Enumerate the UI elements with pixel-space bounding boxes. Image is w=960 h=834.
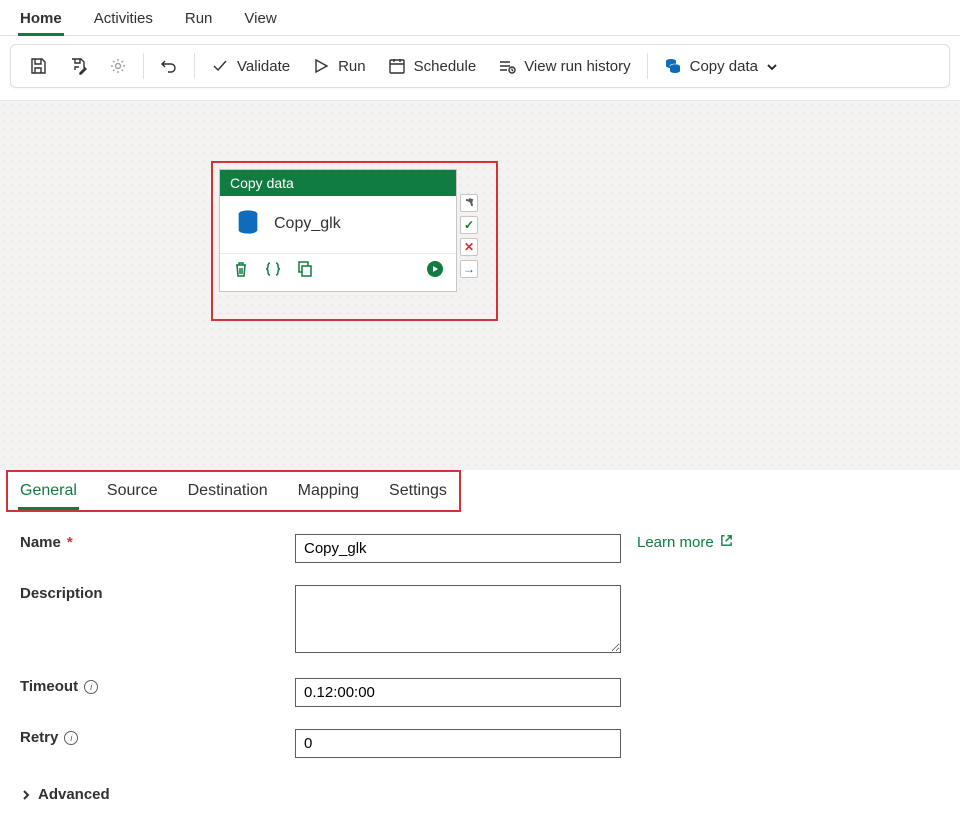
chevron-right-icon <box>20 789 32 801</box>
tab-activities[interactable]: Activities <box>92 6 155 35</box>
activity-type-header: Copy data <box>220 170 456 196</box>
history-icon <box>498 57 516 75</box>
database-icon <box>234 208 262 239</box>
activity-actions-bar <box>220 253 456 291</box>
tab-view[interactable]: View <box>242 6 278 35</box>
validate-label: Validate <box>237 58 290 75</box>
name-input[interactable] <box>295 534 621 563</box>
tab-source[interactable]: Source <box>105 478 160 508</box>
pipeline-canvas[interactable]: Copy data Copy_glk ✓ ✕ → <box>0 100 960 470</box>
tab-general[interactable]: General <box>18 478 79 508</box>
properties-panel: General Source Destination Mapping Setti… <box>0 470 960 809</box>
code-braces-icon[interactable] <box>264 260 282 281</box>
timeout-input[interactable] <box>295 678 621 707</box>
tab-settings[interactable]: Settings <box>387 478 449 508</box>
info-icon[interactable]: i <box>84 680 98 694</box>
settings-button[interactable] <box>99 51 137 81</box>
output-ports: ✓ ✕ → <box>460 194 478 278</box>
history-button[interactable]: View run history <box>488 51 640 81</box>
database-icon <box>664 57 682 75</box>
port-success[interactable]: ✓ <box>460 216 478 234</box>
separator <box>647 53 648 79</box>
general-form: Name * Learn more Description Timeout i … <box>0 512 960 758</box>
tab-mapping[interactable]: Mapping <box>296 478 361 508</box>
timeout-label: Timeout i <box>20 678 295 695</box>
run-activity-icon[interactable] <box>426 260 444 281</box>
activity-name: Copy_glk <box>274 215 341 233</box>
separator <box>194 53 195 79</box>
validate-button[interactable]: Validate <box>201 51 300 81</box>
undo-icon <box>160 57 178 75</box>
toolbar: Validate Run Schedule View run history C… <box>10 44 950 88</box>
port-skip[interactable] <box>460 194 478 212</box>
schedule-button[interactable]: Schedule <box>378 51 487 81</box>
undo-button[interactable] <box>150 51 188 81</box>
schedule-label: Schedule <box>414 58 477 75</box>
run-button[interactable]: Run <box>302 51 376 81</box>
play-icon <box>312 57 330 75</box>
copy-icon[interactable] <box>296 260 314 281</box>
advanced-toggle[interactable]: Advanced <box>0 780 960 809</box>
panel-tabs: General Source Destination Mapping Setti… <box>18 478 449 508</box>
delete-icon[interactable] <box>232 260 250 281</box>
calendar-icon <box>388 57 406 75</box>
learn-more-link[interactable]: Learn more <box>637 534 733 551</box>
retry-input[interactable] <box>295 729 621 758</box>
tab-run[interactable]: Run <box>183 6 215 35</box>
advanced-label: Advanced <box>38 786 110 803</box>
retry-label: Retry i <box>20 729 295 746</box>
save-as-button[interactable] <box>59 51 97 81</box>
port-completion[interactable]: → <box>460 260 478 278</box>
panel-tabs-highlight: General Source Destination Mapping Setti… <box>6 470 461 512</box>
tab-destination[interactable]: Destination <box>186 478 270 508</box>
name-label: Name * <box>20 534 295 551</box>
copy-data-label: Copy data <box>690 58 758 75</box>
run-label: Run <box>338 58 366 75</box>
toolbar-container: Validate Run Schedule View run history C… <box>0 36 960 100</box>
selection-highlight: Copy data Copy_glk ✓ ✕ → <box>211 161 498 321</box>
save-edit-icon <box>69 57 87 75</box>
copy-data-button[interactable]: Copy data <box>654 51 788 81</box>
separator <box>143 53 144 79</box>
activity-node[interactable]: Copy data Copy_glk ✓ ✕ → <box>219 169 457 292</box>
description-label: Description <box>20 585 295 602</box>
save-icon <box>29 57 47 75</box>
top-tab-bar: Home Activities Run View <box>0 0 960 36</box>
info-icon[interactable]: i <box>64 731 78 745</box>
save-button[interactable] <box>19 51 57 81</box>
history-label: View run history <box>524 58 630 75</box>
external-link-icon <box>720 534 733 551</box>
description-input[interactable] <box>295 585 621 653</box>
port-failure[interactable]: ✕ <box>460 238 478 256</box>
chevron-down-icon <box>766 60 778 72</box>
tab-home[interactable]: Home <box>18 6 64 35</box>
required-marker: * <box>67 534 73 551</box>
gear-icon <box>109 57 127 75</box>
check-icon <box>211 57 229 75</box>
